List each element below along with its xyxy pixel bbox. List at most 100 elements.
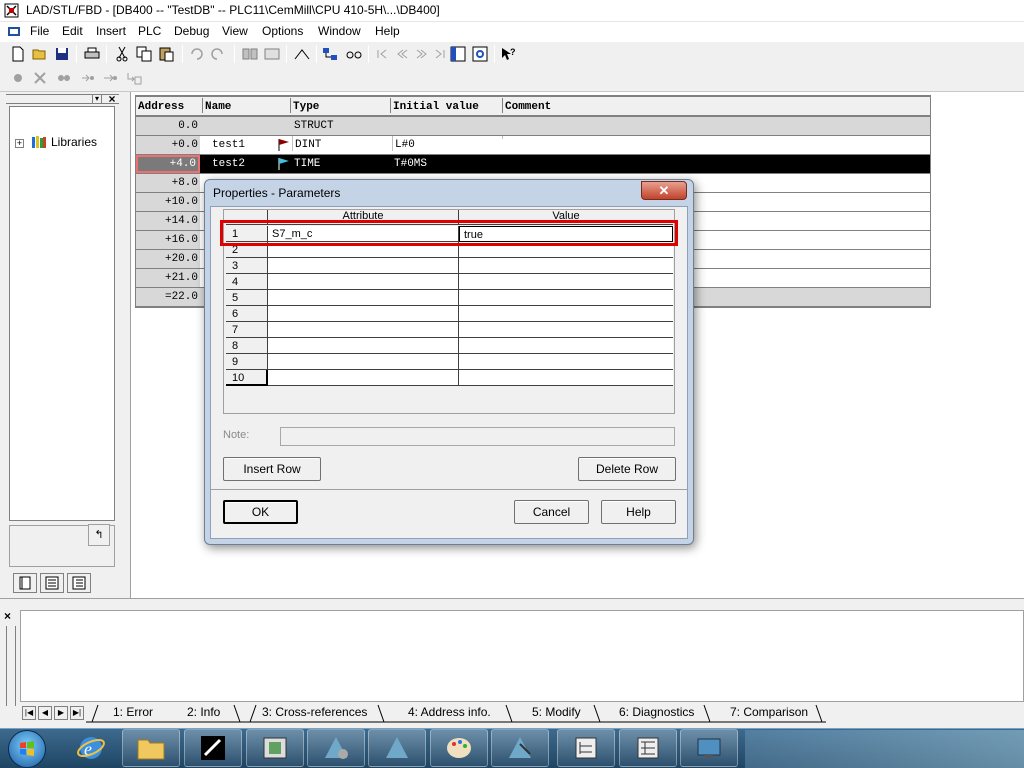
menu-help[interactable]: Help — [375, 24, 400, 38]
next-icon[interactable] — [412, 44, 432, 64]
menu-debug[interactable]: Debug — [174, 24, 209, 38]
attribute-row[interactable]: 5 — [224, 290, 674, 306]
undo-icon[interactable] — [186, 44, 206, 64]
note-field[interactable] — [280, 427, 675, 446]
taskbar-explorer[interactable] — [122, 729, 180, 767]
menu-insert[interactable]: Insert — [96, 24, 126, 38]
attribute-cell[interactable] — [268, 354, 459, 370]
value-cell[interactable] — [459, 290, 673, 306]
help-icon[interactable]: ? — [498, 44, 518, 64]
next-tab-icon[interactable]: ▶ — [54, 706, 68, 720]
step-into-icon[interactable] — [78, 68, 98, 88]
col-initial-value[interactable]: Initial value — [390, 98, 502, 113]
network-icon[interactable] — [320, 44, 340, 64]
output-grip[interactable] — [6, 626, 16, 706]
taskbar-ie[interactable]: e — [62, 729, 120, 767]
taskbar-simatic[interactable] — [246, 729, 304, 767]
paste-icon[interactable] — [156, 44, 176, 64]
library-tree[interactable]: + Libraries — [9, 106, 115, 521]
attribute-cell[interactable] — [268, 338, 459, 354]
breakpoint-icon[interactable] — [8, 68, 28, 88]
value-cell[interactable] — [459, 338, 673, 354]
col-type[interactable]: Type — [290, 98, 390, 113]
glasses-icon[interactable] — [344, 44, 364, 64]
value-cell[interactable] — [459, 370, 673, 386]
menu-plc[interactable]: PLC — [138, 24, 161, 38]
dialog-close-button[interactable]: ✕ — [641, 181, 687, 200]
pin-icon[interactable]: ↰ — [88, 524, 110, 546]
name-cell[interactable]: test1 — [212, 136, 276, 151]
initial-value-cell[interactable]: T#0MS — [392, 155, 502, 170]
tab-list-icon[interactable] — [40, 573, 64, 593]
output-close-icon[interactable]: × — [4, 610, 16, 622]
prev-tab-icon[interactable]: ◀ — [38, 706, 52, 720]
taskbar-app4[interactable] — [307, 729, 365, 767]
attribute-cell[interactable] — [268, 370, 459, 386]
continue-icon[interactable] — [100, 68, 120, 88]
first-icon[interactable] — [392, 44, 412, 64]
type-cell[interactable]: DINT — [292, 136, 390, 151]
value-cell[interactable] — [459, 354, 673, 370]
new-icon[interactable] — [8, 44, 28, 64]
comment-cell[interactable] — [502, 136, 930, 139]
menu-view[interactable]: View — [222, 24, 248, 38]
online-icon[interactable] — [262, 44, 282, 64]
table-row[interactable]: +0.0 test1 DINT L#0 — [136, 136, 930, 154]
panel-grip[interactable] — [6, 94, 119, 104]
attribute-row[interactable]: 3 — [224, 258, 674, 274]
col-name[interactable]: Name — [202, 98, 290, 113]
attribute-cell[interactable] — [268, 258, 459, 274]
table-row-selected[interactable]: +4.0 test2 TIME T#0MS — [136, 155, 930, 173]
last-icon[interactable] — [430, 44, 450, 64]
attribute-row[interactable]: 8 — [224, 338, 674, 354]
name-cell[interactable]: test2 — [212, 155, 276, 170]
col-address[interactable]: Address — [138, 98, 200, 113]
panel-close-icon[interactable]: × — [106, 93, 118, 105]
value-cell[interactable] — [459, 306, 673, 322]
taskbar-app5[interactable] — [368, 729, 426, 767]
taskbar-app10[interactable] — [680, 729, 738, 767]
taskbar-paint[interactable] — [430, 729, 488, 767]
menu-window[interactable]: Window — [318, 24, 361, 38]
col-comment[interactable]: Comment — [502, 98, 930, 113]
copy-icon[interactable] — [134, 44, 154, 64]
type-cell[interactable]: TIME — [292, 155, 390, 170]
tab-tree-icon[interactable] — [67, 573, 91, 593]
delete-breakpoint-icon[interactable] — [30, 68, 50, 88]
type-cell[interactable]: STRUCT — [292, 117, 390, 132]
value-cell[interactable] — [459, 274, 673, 290]
tab-catalog-icon[interactable] — [13, 573, 37, 593]
menu-edit[interactable]: Edit — [62, 24, 83, 38]
menu-file[interactable]: File — [30, 24, 49, 38]
monitor-icon[interactable] — [240, 44, 260, 64]
value-cell[interactable] — [459, 258, 673, 274]
redo-icon[interactable] — [208, 44, 228, 64]
attribute-cell[interactable] — [268, 274, 459, 290]
exit-icon[interactable] — [124, 68, 144, 88]
zoom-in-icon[interactable] — [292, 44, 312, 64]
attribute-row[interactable]: 10 — [224, 370, 674, 386]
save-icon[interactable] — [52, 44, 72, 64]
taskbar-step7[interactable] — [184, 729, 242, 767]
attribute-row[interactable]: 6 — [224, 306, 674, 322]
delete-row-button[interactable]: Delete Row — [578, 457, 676, 481]
cancel-button[interactable]: Cancel — [514, 500, 589, 524]
menu-options[interactable]: Options — [262, 24, 303, 38]
cut-icon[interactable] — [112, 44, 132, 64]
attribute-row[interactable]: 7 — [224, 322, 674, 338]
print-icon[interactable] — [82, 44, 102, 64]
first-tab-icon[interactable]: |◀ — [22, 706, 36, 720]
overview-icon[interactable] — [448, 44, 468, 64]
help-button[interactable]: Help — [601, 500, 676, 524]
details-icon[interactable] — [470, 44, 490, 64]
taskbar-app8[interactable] — [557, 729, 615, 767]
initial-value-cell[interactable]: L#0 — [392, 136, 502, 151]
table-row[interactable]: 0.0 STRUCT — [136, 117, 930, 135]
start-button[interactable] — [8, 730, 46, 768]
document-icon[interactable] — [7, 26, 21, 37]
last-tab-icon[interactable]: ▶| — [70, 706, 84, 720]
panel-dropdown-icon[interactable]: ▾ — [92, 94, 102, 104]
taskbar-app9[interactable] — [619, 729, 677, 767]
value-cell[interactable] — [459, 322, 673, 338]
open-icon[interactable] — [30, 44, 50, 64]
